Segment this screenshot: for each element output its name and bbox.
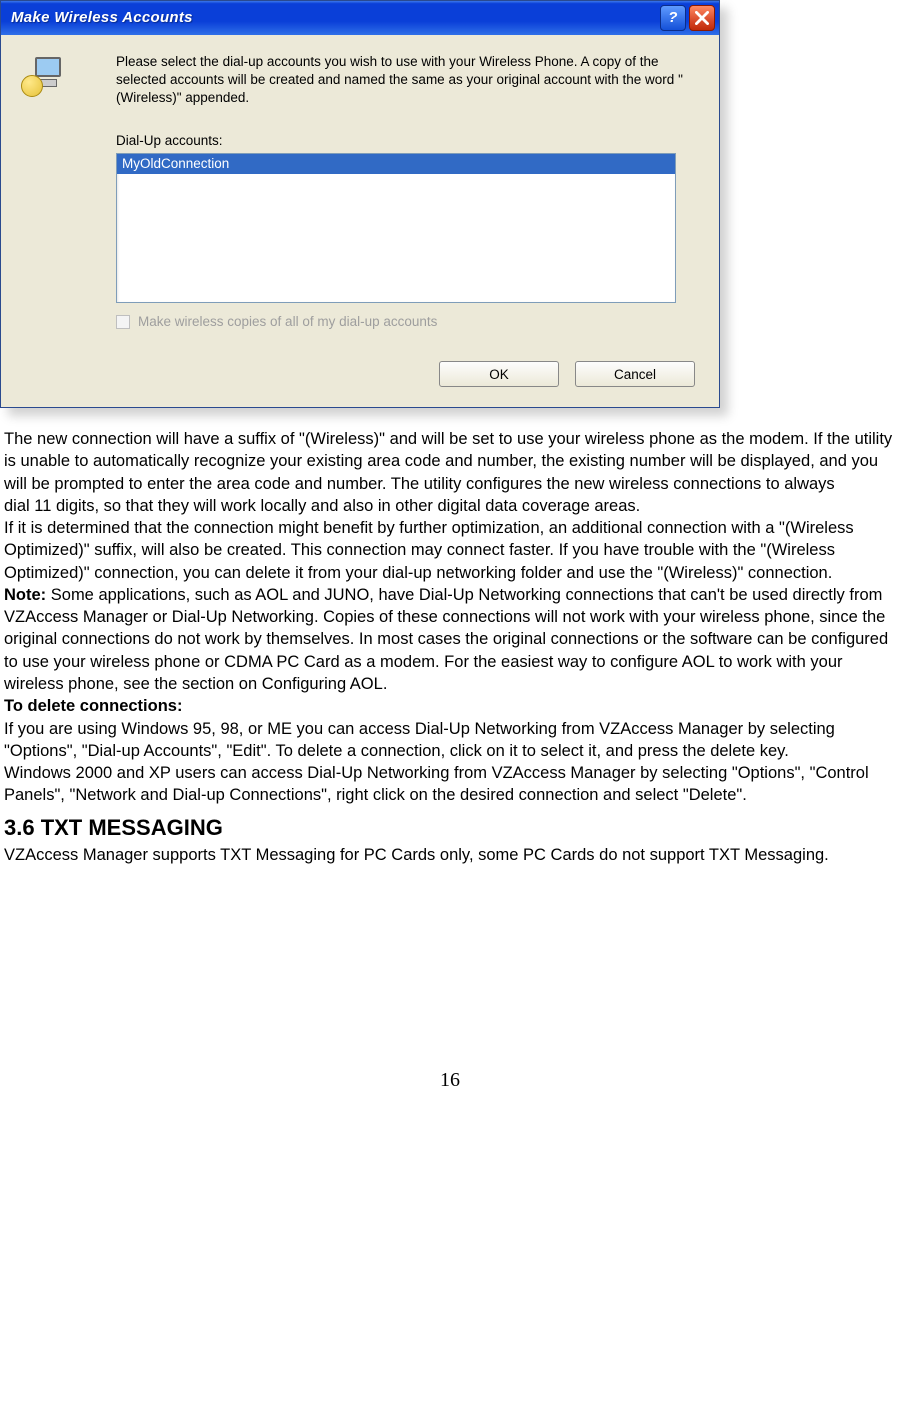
dialog-title: Make Wireless Accounts — [11, 8, 657, 28]
make-copies-checkbox-row: Make wireless copies of all of my dial-u… — [116, 313, 699, 331]
paragraph: If it is determined that the connection … — [4, 517, 896, 584]
ok-button[interactable]: OK — [439, 361, 559, 387]
dialog-instruction: Please select the dial-up accounts you w… — [116, 53, 699, 108]
delete-heading: To delete connections: — [4, 695, 896, 717]
document-text: The new connection will have a suffix of… — [0, 418, 900, 866]
dialog-buttons: OK Cancel — [21, 361, 699, 387]
list-label: Dial-Up accounts: — [116, 132, 699, 150]
section-heading: 3.6 TXT MESSAGING — [4, 813, 896, 843]
note-label: Note: — [4, 586, 46, 604]
computers-icon — [21, 57, 69, 97]
dialog-icon — [21, 53, 116, 108]
paragraph: If you are using Windows 95, 98, or ME y… — [4, 718, 896, 763]
close-button[interactable] — [689, 5, 715, 31]
dial-up-accounts-listbox[interactable]: MyOldConnection — [116, 153, 676, 303]
paragraph: VZAccess Manager supports TXT Messaging … — [4, 844, 896, 866]
note-paragraph: Note: Some applications, such as AOL and… — [4, 584, 896, 695]
dialog-screenshot: Make Wireless Accounts ? Please select t… — [0, 0, 900, 418]
cancel-button[interactable]: Cancel — [575, 361, 695, 387]
paragraph: The new connection will have a suffix of… — [4, 428, 896, 495]
make-copies-checkbox[interactable] — [116, 315, 130, 329]
help-button[interactable]: ? — [660, 5, 686, 31]
note-body: Some applications, such as AOL and JUNO,… — [4, 586, 888, 693]
titlebar[interactable]: Make Wireless Accounts ? — [1, 1, 719, 35]
checkbox-label: Make wireless copies of all of my dial-u… — [138, 313, 437, 331]
make-wireless-accounts-dialog: Make Wireless Accounts ? Please select t… — [0, 0, 720, 408]
page-number: 16 — [0, 1067, 900, 1094]
paragraph: dial 11 digits, so that they will work l… — [4, 495, 896, 517]
list-item[interactable]: MyOldConnection — [117, 154, 675, 174]
document-page: Make Wireless Accounts ? Please select t… — [0, 0, 900, 1134]
close-icon — [695, 11, 709, 25]
dialog-body: Please select the dial-up accounts you w… — [1, 35, 719, 407]
paragraph: Windows 2000 and XP users can access Dia… — [4, 762, 896, 807]
